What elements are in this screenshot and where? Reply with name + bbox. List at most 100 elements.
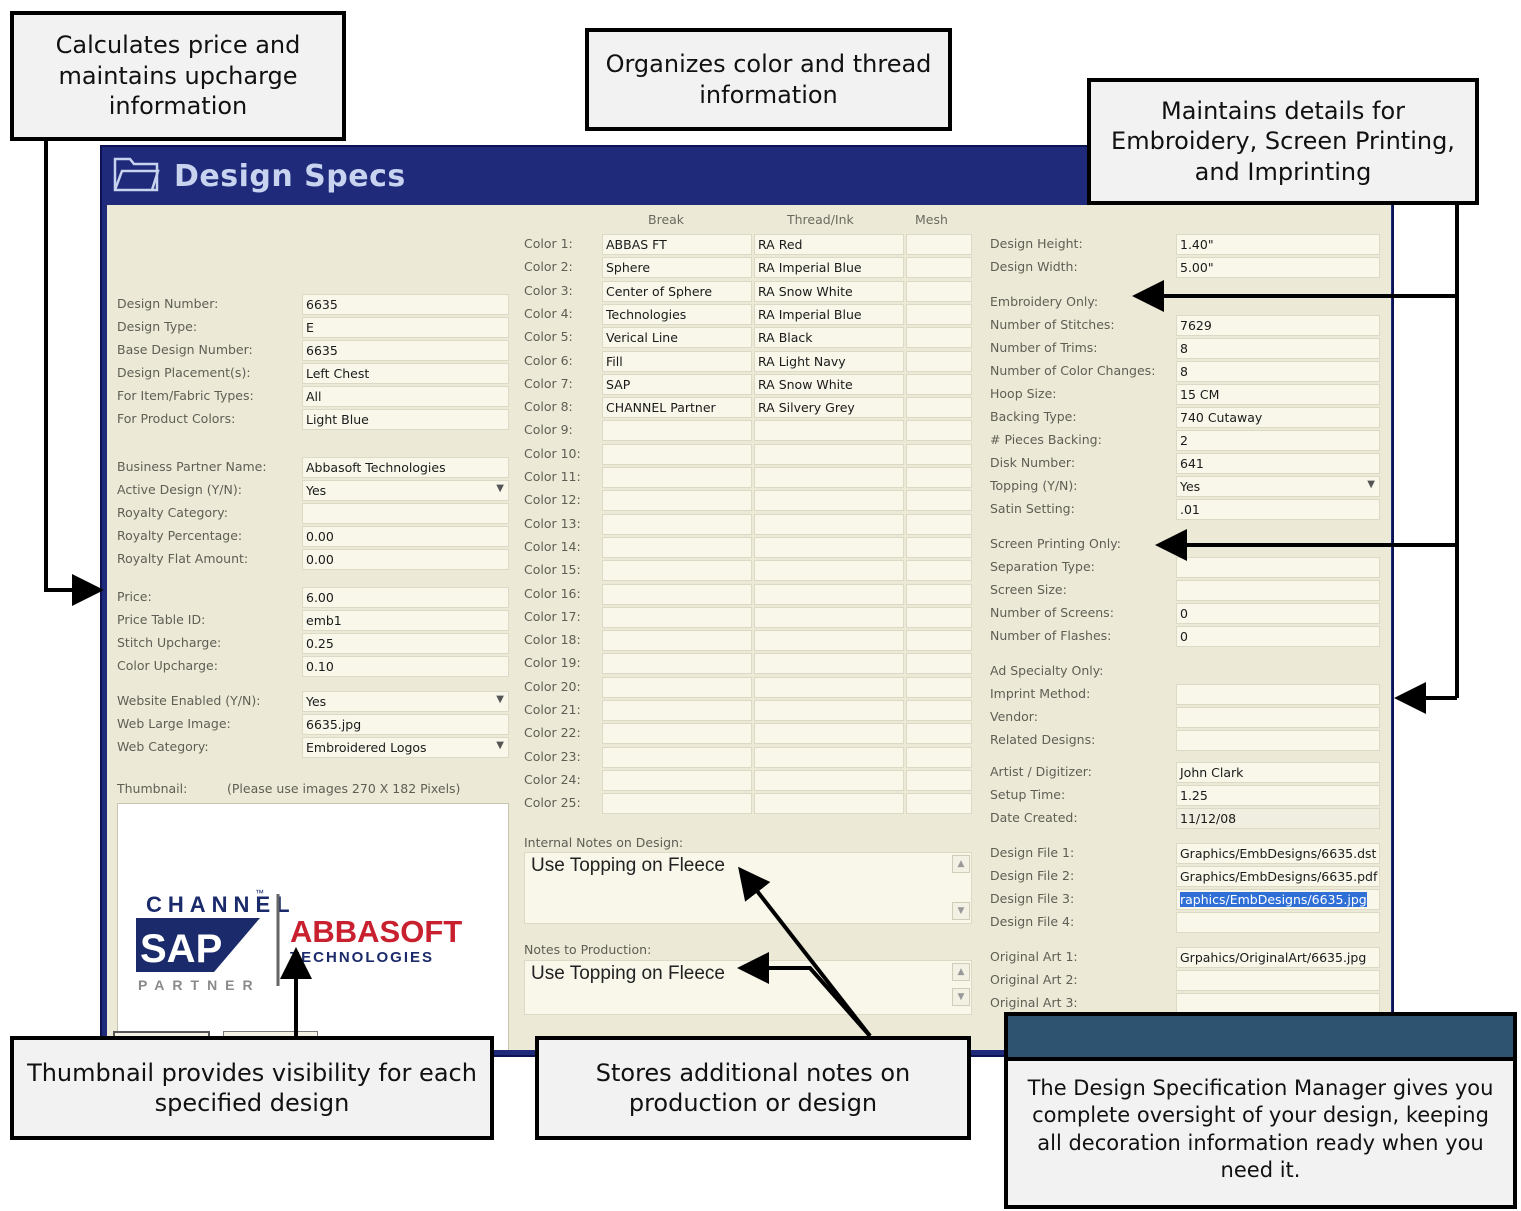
color-break-input[interactable] bbox=[602, 513, 752, 535]
color-thread-input[interactable]: RA Imperial Blue bbox=[754, 303, 904, 325]
color-break-input[interactable] bbox=[602, 420, 752, 442]
color-break-input[interactable]: Fill bbox=[602, 350, 752, 372]
left-field-input[interactable]: 6635 bbox=[302, 340, 509, 361]
color-break-input[interactable]: Center of Sphere bbox=[602, 280, 752, 302]
color-break-input[interactable] bbox=[602, 606, 752, 628]
right-field-select[interactable]: Yes ▼ bbox=[1176, 476, 1380, 497]
scroll-up-icon[interactable]: ▲ bbox=[952, 963, 970, 981]
color-thread-input[interactable] bbox=[754, 583, 904, 605]
color-thread-input[interactable] bbox=[754, 723, 904, 745]
color-mesh-input[interactable] bbox=[906, 303, 972, 325]
left-field-input[interactable] bbox=[302, 503, 509, 524]
right-field-input[interactable]: 0 bbox=[1176, 603, 1380, 624]
scroll-down-icon[interactable]: ▼ bbox=[952, 902, 970, 920]
scroll-down-icon[interactable]: ▼ bbox=[952, 988, 970, 1006]
color-mesh-input[interactable] bbox=[906, 630, 972, 652]
color-thread-input[interactable] bbox=[754, 443, 904, 465]
left-field-input[interactable]: 6.00 bbox=[302, 587, 509, 608]
right-field-input[interactable]: John Clark bbox=[1176, 762, 1380, 783]
color-thread-input[interactable] bbox=[754, 700, 904, 721]
color-thread-input[interactable] bbox=[754, 746, 904, 768]
color-thread-input[interactable]: RA Imperial Blue bbox=[754, 257, 904, 279]
left-field-select[interactable]: Yes ▼ bbox=[302, 480, 509, 501]
right-field-input[interactable]: 0 bbox=[1176, 626, 1380, 647]
color-mesh-input[interactable] bbox=[906, 583, 972, 605]
right-field-input[interactable]: 7629 bbox=[1176, 315, 1380, 336]
right-field-input[interactable]: 11/12/08 bbox=[1176, 808, 1380, 829]
left-field-input[interactable]: 6635.jpg bbox=[302, 714, 509, 735]
color-break-input[interactable] bbox=[602, 676, 752, 698]
left-field-input[interactable]: All bbox=[302, 386, 509, 407]
color-thread-input[interactable] bbox=[754, 536, 904, 558]
color-mesh-input[interactable] bbox=[906, 327, 972, 349]
color-mesh-input[interactable] bbox=[906, 653, 972, 675]
left-field-input[interactable]: 6635 bbox=[302, 294, 509, 315]
color-break-input[interactable]: ABBAS FT bbox=[602, 234, 752, 255]
internal-notes-textarea[interactable]: Use Topping on Fleece bbox=[524, 852, 972, 924]
right-field-input[interactable] bbox=[1176, 993, 1380, 1014]
color-thread-input[interactable]: RA Silvery Grey bbox=[754, 397, 904, 419]
right-field-input[interactable] bbox=[1176, 707, 1380, 728]
color-break-input[interactable] bbox=[602, 583, 752, 605]
color-mesh-input[interactable] bbox=[906, 397, 972, 419]
chevron-down-icon[interactable]: ▼ bbox=[496, 740, 504, 751]
right-field-input[interactable]: Graphics/EmbDesigns/6635.pdf bbox=[1176, 866, 1380, 887]
left-field-input[interactable]: emb1 bbox=[302, 610, 509, 631]
color-break-input[interactable] bbox=[602, 630, 752, 652]
right-field-input[interactable]: Graphics/EmbDesigns/6635.dst bbox=[1176, 843, 1380, 864]
color-break-input[interactable] bbox=[602, 653, 752, 675]
color-break-input[interactable] bbox=[602, 723, 752, 745]
color-mesh-input[interactable] bbox=[906, 536, 972, 558]
right-field-input[interactable] bbox=[1176, 970, 1380, 991]
right-field-input[interactable]: 8 bbox=[1176, 338, 1380, 359]
left-field-input[interactable]: 0.10 bbox=[302, 656, 509, 677]
color-thread-input[interactable]: RA Snow White bbox=[754, 373, 904, 395]
right-field-input[interactable]: 8 bbox=[1176, 361, 1380, 382]
color-mesh-input[interactable] bbox=[906, 420, 972, 442]
color-break-input[interactable] bbox=[602, 467, 752, 488]
right-field-input[interactable] bbox=[1176, 684, 1380, 705]
color-mesh-input[interactable] bbox=[906, 280, 972, 302]
production-notes-textarea[interactable]: Use Topping on Fleece bbox=[524, 960, 972, 1015]
color-break-input[interactable] bbox=[602, 700, 752, 721]
color-mesh-input[interactable] bbox=[906, 793, 972, 815]
color-break-input[interactable]: SAP bbox=[602, 373, 752, 395]
color-thread-input[interactable] bbox=[754, 769, 904, 791]
right-field-input[interactable]: 2 bbox=[1176, 430, 1380, 451]
color-mesh-input[interactable] bbox=[906, 490, 972, 512]
right-field-input[interactable]: .01 bbox=[1176, 499, 1380, 520]
right-field-input[interactable] bbox=[1176, 730, 1380, 751]
color-thread-input[interactable]: RA Red bbox=[754, 234, 904, 255]
color-thread-input[interactable] bbox=[754, 420, 904, 442]
left-field-input[interactable]: 0.00 bbox=[302, 549, 509, 570]
color-mesh-input[interactable] bbox=[906, 769, 972, 791]
color-thread-input[interactable] bbox=[754, 793, 904, 815]
left-field-input[interactable]: 0.00 bbox=[302, 526, 509, 547]
color-thread-input[interactable] bbox=[754, 630, 904, 652]
left-field-select[interactable]: Yes ▼ bbox=[302, 691, 509, 712]
right-field-input[interactable]: raphics/EmbDesigns/6635.jpg bbox=[1176, 889, 1380, 910]
color-mesh-input[interactable] bbox=[906, 467, 972, 488]
left-field-select[interactable]: Embroidered Logos ▼ bbox=[302, 737, 509, 758]
color-mesh-input[interactable] bbox=[906, 373, 972, 395]
chevron-down-icon[interactable]: ▼ bbox=[496, 483, 504, 494]
chevron-down-icon[interactable]: ▼ bbox=[1367, 479, 1375, 490]
color-break-input[interactable] bbox=[602, 746, 752, 768]
color-mesh-input[interactable] bbox=[906, 560, 972, 582]
color-thread-input[interactable] bbox=[754, 606, 904, 628]
right-field-input[interactable]: 1.25 bbox=[1176, 785, 1380, 806]
color-thread-input[interactable]: RA Black bbox=[754, 327, 904, 349]
color-mesh-input[interactable] bbox=[906, 723, 972, 745]
color-break-input[interactable] bbox=[602, 536, 752, 558]
color-break-input[interactable] bbox=[602, 490, 752, 512]
color-mesh-input[interactable] bbox=[906, 257, 972, 279]
color-thread-input[interactable] bbox=[754, 490, 904, 512]
color-break-input[interactable]: Verical Line bbox=[602, 327, 752, 349]
color-thread-input[interactable]: RA Light Navy bbox=[754, 350, 904, 372]
left-field-input[interactable]: Light Blue bbox=[302, 409, 509, 430]
color-mesh-input[interactable] bbox=[906, 443, 972, 465]
color-break-input[interactable]: Technologies bbox=[602, 303, 752, 325]
right-field-input[interactable] bbox=[1176, 557, 1380, 578]
chevron-down-icon[interactable]: ▼ bbox=[496, 694, 504, 705]
left-field-input[interactable]: Abbasoft Technologies bbox=[302, 457, 509, 478]
